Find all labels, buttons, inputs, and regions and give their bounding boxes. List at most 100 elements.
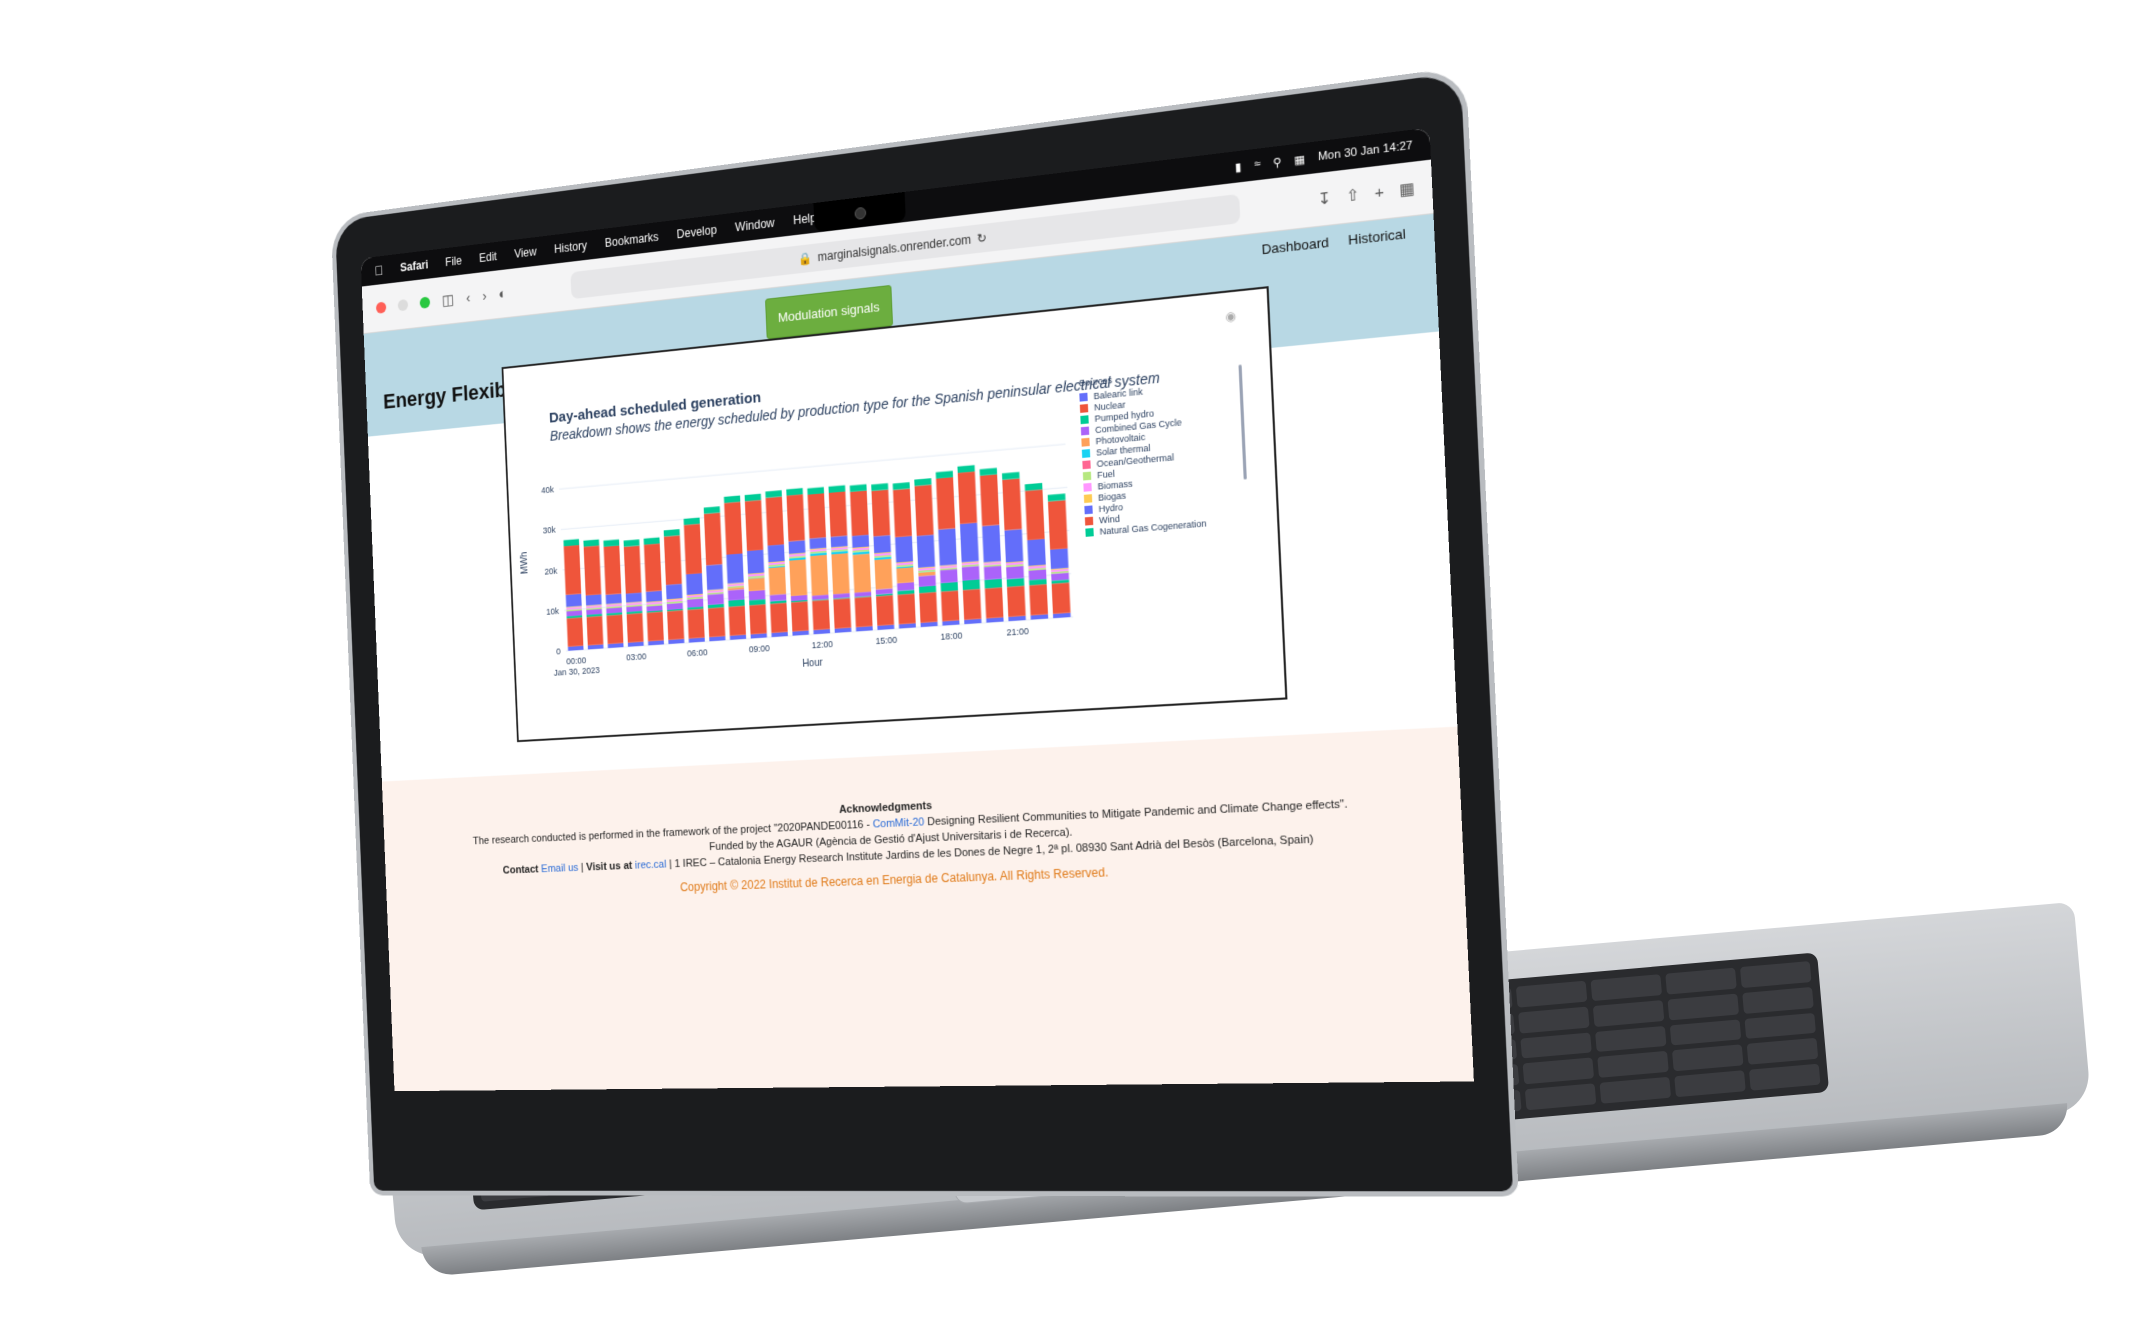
bar-segment [1007,578,1025,587]
menu-bookmarks[interactable]: Bookmarks [605,230,659,250]
x-tick-label: 18:00 [940,630,963,642]
keyboard-key [1597,1051,1668,1078]
new-tab-icon[interactable]: + [1374,183,1384,202]
control-center-icon[interactable]: ▦ [1294,152,1306,167]
bar-segment [917,535,935,568]
bar-segment [941,590,959,621]
bar-segment [1048,500,1068,550]
project-link[interactable]: ComMit-20 [872,816,924,830]
menu-window[interactable]: Window [735,216,775,234]
forward-icon[interactable]: › [482,287,487,304]
menu-develop[interactable]: Develop [676,223,717,241]
bar-segment [962,566,980,581]
minimize-window-button[interactable] [398,299,409,311]
bar-segment [624,546,642,594]
bar-segment [624,539,640,546]
keyboard-key [1518,1006,1589,1033]
bar-segment [855,597,873,628]
site-link[interactable]: irec.cal [635,859,667,872]
bar-segment [644,543,662,591]
tab-overview-icon[interactable]: ▦ [1399,179,1415,200]
bar-segment [809,537,826,549]
keyboard-key [1595,1026,1666,1053]
zoom-window-button[interactable] [420,296,431,308]
download-icon[interactable]: ↧ [1317,188,1331,209]
keyboard-key [1744,1012,1815,1039]
bar-segment [896,567,914,583]
bar-segment [980,474,999,526]
legend-swatch [1082,460,1090,469]
legend-swatch [1082,449,1090,458]
y-tick-label: 20k [544,565,558,576]
chart-legend: Sources Balearic link Nuclear Pumped hydro… [1079,366,1207,537]
bar-segment [647,612,664,642]
apple-icon[interactable]:  [374,262,383,278]
reload-icon[interactable]: ↻ [977,231,987,246]
legend-swatch [1083,471,1091,480]
bar-segment [1050,548,1068,569]
menu-edit[interactable]: Edit [479,250,497,265]
bar-segment [607,614,624,644]
nav-dashboard[interactable]: Dashboard [1261,234,1329,257]
bar-segment [791,601,809,631]
keyboard-key [1525,1083,1596,1110]
bar-segment [708,607,725,637]
keyboard-key [1516,981,1587,1008]
share-icon[interactable]: ⇧ [1346,185,1360,206]
camera-download-icon[interactable]: ◉ [1225,308,1237,324]
bar-segment [918,575,935,587]
bar-segment [963,589,981,620]
camera-icon [854,207,866,220]
contact-label: Contact [503,864,539,877]
bar-segment [603,539,619,546]
back-icon[interactable]: ‹ [466,289,471,306]
legend-swatch [1084,494,1092,503]
bar-segment [936,477,955,529]
bar-segment [707,594,724,605]
bar-segment [850,491,869,537]
bar-segment [745,500,763,551]
battery-icon[interactable]: ▮ [1235,160,1242,174]
bar-segment [586,594,602,605]
legend-label: Fuel [1097,468,1115,480]
keyboard-key [1523,1058,1594,1085]
bar-segment [1007,586,1026,617]
menu-file[interactable]: File [445,254,462,269]
bar-segment [667,610,684,640]
bar-segment [788,540,805,554]
bar-segment [627,613,644,643]
nav-historical[interactable]: Historical [1348,226,1406,248]
bar-segment [874,559,892,590]
stacked-bar-chart: 010k20k30k40k00:00 03:00 06:00 09:00 12:00 15… [507,400,1099,731]
bar-segment [770,603,788,633]
bar-segment [1025,489,1045,540]
bar-segment [962,579,980,590]
y-tick-label: 30k [543,525,557,536]
footer: Acknowledgments The research conducted i… [382,727,1474,1092]
sidebar-icon[interactable]: ◫ [442,291,455,309]
menu-view[interactable]: View [514,245,537,261]
bar-segment [768,544,785,562]
legend-swatch [1080,415,1088,424]
bar-segment [563,539,579,546]
keyboard-key [1593,1000,1664,1027]
shield-icon[interactable]: ◐ [498,285,507,302]
bar-segment [684,524,702,575]
clock[interactable]: Mon 30 Jan 14:27 [1318,139,1413,163]
wifi-icon[interactable]: ≈ [1254,158,1261,171]
email-link[interactable]: Email us [541,862,579,875]
menu-history[interactable]: History [554,239,587,256]
legend-swatch [1081,426,1089,435]
bar-segment [808,493,826,538]
legend-scrollbar[interactable] [1238,364,1246,479]
close-window-button[interactable] [376,302,387,314]
bar-segment [938,528,957,565]
bar-segment [1029,569,1047,580]
search-icon[interactable]: ⚲ [1273,155,1282,170]
menu-app-name[interactable]: Safari [400,258,429,275]
x-tick-label: 03:00 [626,651,647,663]
bar-segment [724,502,742,555]
bar-segment [1051,573,1069,581]
site-nav: Dashboard Historical [1261,226,1406,258]
chart-card: ◉ Day-ahead scheduled generation Breakdo… [502,286,1288,742]
